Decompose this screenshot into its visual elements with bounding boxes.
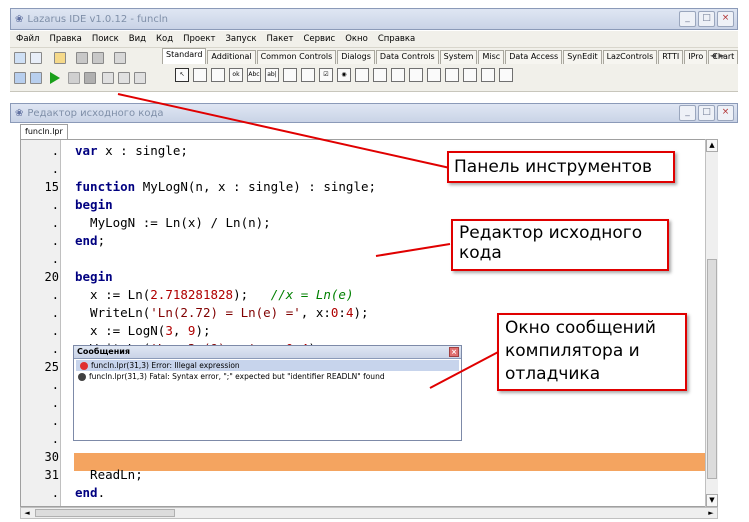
callout-toolbar: Панель инструментов (447, 151, 675, 183)
callout-messages: Окно сообщений компилятора и отладчика (497, 313, 687, 391)
editor-arrow (375, 243, 451, 257)
callout-editor: Редактор исходного кода (451, 219, 669, 271)
toolbar-arrow (117, 93, 451, 169)
messages-arrow (429, 349, 503, 389)
